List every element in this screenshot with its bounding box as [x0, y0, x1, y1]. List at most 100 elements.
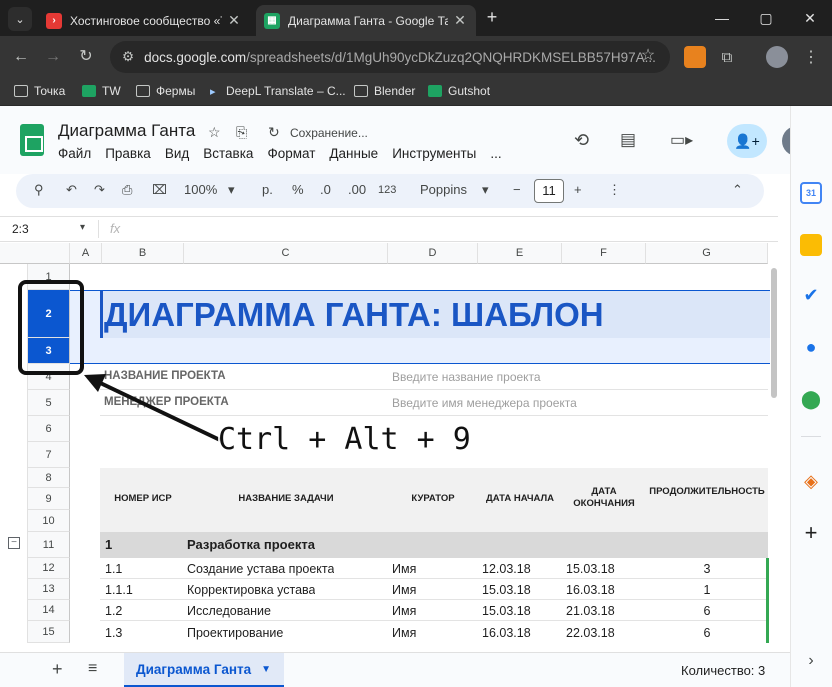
increase-decimal-button[interactable]: .00 — [348, 182, 366, 197]
task-start[interactable]: 15.03.18 — [482, 583, 531, 597]
task-owner[interactable]: Имя — [392, 604, 416, 618]
more-formats-button[interactable]: 123 — [378, 184, 396, 196]
tasks-icon[interactable]: ✔ — [800, 284, 822, 306]
name-box[interactable]: 2:3 — [12, 222, 29, 236]
decrease-decimal-button[interactable]: .0 — [320, 182, 331, 197]
zoom-select[interactable]: 100% — [184, 182, 217, 197]
decrease-font-size-button[interactable]: − — [513, 182, 521, 197]
task-duration[interactable]: 6 — [646, 626, 768, 640]
menu-tools[interactable]: Инструменты — [392, 146, 476, 161]
task-owner[interactable]: Имя — [392, 583, 416, 597]
site-info-icon[interactable]: ⚙ — [122, 49, 134, 65]
row-header-7[interactable]: 7 — [28, 442, 70, 468]
menu-insert[interactable]: Вставка — [203, 146, 253, 161]
tab-search-button[interactable]: ⌄ — [8, 7, 32, 31]
task-id[interactable]: 1.1 — [105, 562, 122, 576]
column-header-b[interactable]: B — [102, 243, 184, 264]
task-duration[interactable]: 1 — [646, 583, 768, 597]
maps-icon[interactable]: ⬤ — [800, 388, 822, 410]
column-header-g[interactable]: G — [646, 243, 768, 264]
menu-more[interactable]: ... — [490, 146, 501, 161]
task-end[interactable]: 22.03.18 — [566, 626, 615, 640]
row-header-13[interactable]: 13 — [28, 579, 70, 600]
task-start[interactable]: 16.03.18 — [482, 626, 531, 640]
selection-count[interactable]: Количество: 3 — [681, 663, 765, 678]
task-end[interactable]: 15.03.18 — [566, 562, 615, 576]
add-sheet-button[interactable]: + — [52, 659, 63, 680]
minimize-button[interactable]: — — [700, 6, 744, 30]
task-id[interactable]: 1.2 — [105, 604, 122, 618]
column-header-c[interactable]: C — [184, 243, 388, 264]
address-bar[interactable]: ⚙ docs.google.com/spreadsheets/d/1MgUh90… — [110, 41, 670, 73]
close-icon[interactable]: ✕ — [452, 12, 468, 29]
task-owner[interactable]: Имя — [392, 562, 416, 576]
share-button[interactable]: 👤+ — [727, 124, 767, 158]
increase-font-size-button[interactable]: + — [574, 182, 582, 197]
currency-format-button[interactable]: р. — [262, 182, 273, 197]
task-name[interactable]: Корректировка устава — [187, 583, 315, 597]
row-header-12[interactable]: 12 — [28, 558, 70, 579]
column-header-d[interactable]: D — [388, 243, 478, 264]
undo-icon[interactable]: ↶ — [66, 182, 77, 198]
font-select[interactable]: Poppins — [420, 182, 467, 197]
profile-avatar[interactable] — [766, 46, 788, 68]
percent-format-button[interactable]: % — [292, 182, 304, 197]
metamask-icon[interactable] — [684, 46, 706, 68]
office-addon-icon[interactable]: ◈ — [800, 470, 822, 492]
chevron-down-icon[interactable]: ▾ — [482, 182, 489, 198]
add-addon-icon[interactable]: + — [800, 522, 822, 544]
column-header-f[interactable]: F — [562, 243, 646, 264]
task-end[interactable]: 21.03.18 — [566, 604, 615, 618]
bookmark-folder[interactable]: Фермы — [136, 84, 195, 98]
task-start[interactable]: 15.03.18 — [482, 604, 531, 618]
bookmark-link[interactable]: ▸ DeepL Translate – С... — [210, 84, 346, 98]
column-header-e[interactable]: E — [478, 243, 562, 264]
select-all-corner[interactable] — [0, 243, 70, 264]
row-header-10[interactable]: 10 — [28, 510, 70, 532]
calendar-icon[interactable]: 31 — [800, 182, 822, 204]
move-folder-icon[interactable]: ⎘ — [236, 124, 247, 141]
menu-file[interactable]: Файл — [58, 146, 91, 161]
manager-field[interactable]: Введите имя менеджера проекта — [392, 396, 577, 410]
search-icon[interactable]: ⚲ — [34, 182, 44, 198]
bookmark-folder[interactable]: Blender — [354, 84, 415, 98]
all-sheets-icon[interactable]: ≡ — [88, 660, 97, 678]
maximize-button[interactable]: ▢ — [744, 6, 788, 30]
chevron-up-icon[interactable]: ⌃ — [732, 182, 743, 198]
row-header-15[interactable]: 15 — [28, 621, 70, 643]
menu-view[interactable]: Вид — [165, 146, 189, 161]
reload-icon[interactable]: ↻ — [75, 46, 97, 68]
task-end[interactable]: 16.03.18 — [566, 583, 615, 597]
task-name[interactable]: Создание устава проекта — [187, 562, 334, 576]
close-icon[interactable]: ✕ — [226, 12, 242, 29]
more-menu-icon[interactable]: ⋮ — [800, 46, 822, 68]
row-header-8[interactable]: 8 — [28, 468, 70, 488]
sheets-logo-icon[interactable] — [20, 124, 44, 156]
task-name[interactable]: Исследование — [187, 604, 271, 618]
more-options-icon[interactable]: ⋮ — [608, 182, 621, 198]
keep-icon[interactable] — [800, 234, 822, 256]
menu-format[interactable]: Формат — [267, 146, 315, 161]
browser-tab-gantt[interactable]: ▦ Диаграмма Ганта - Google Таб ✕ — [256, 5, 476, 36]
bookmark-star-icon[interactable]: ☆ — [637, 45, 659, 67]
collapse-group-icon[interactable]: − — [8, 537, 20, 549]
redo-icon[interactable]: ↷ — [94, 182, 105, 198]
document-title[interactable]: Диаграмма Ганта — [58, 121, 195, 141]
row-header-6[interactable]: 6 — [28, 416, 70, 442]
task-id[interactable]: 1.1.1 — [105, 583, 133, 597]
close-window-button[interactable]: ✕ — [788, 6, 832, 30]
paint-format-icon[interactable]: ⌧ — [152, 182, 167, 198]
chevron-right-icon[interactable]: › — [800, 650, 822, 672]
column-header-a[interactable]: A — [70, 243, 102, 264]
task-duration[interactable]: 3 — [646, 562, 768, 576]
task-start[interactable]: 12.03.18 — [482, 562, 531, 576]
task-id[interactable]: 1.3 — [105, 626, 122, 640]
task-duration[interactable]: 6 — [646, 604, 768, 618]
extensions-icon[interactable]: ⧉ — [716, 46, 738, 68]
vertical-scrollbar[interactable] — [771, 268, 777, 398]
chevron-down-icon[interactable]: ▼ — [261, 664, 271, 675]
project-name-field[interactable]: Введите название проекта — [392, 370, 541, 384]
chevron-down-icon[interactable]: ▾ — [228, 182, 235, 198]
banner-title[interactable]: ДИАГРАММА ГАНТА: ШАБЛОН — [104, 293, 604, 337]
row-header-9[interactable]: 9 — [28, 488, 70, 510]
